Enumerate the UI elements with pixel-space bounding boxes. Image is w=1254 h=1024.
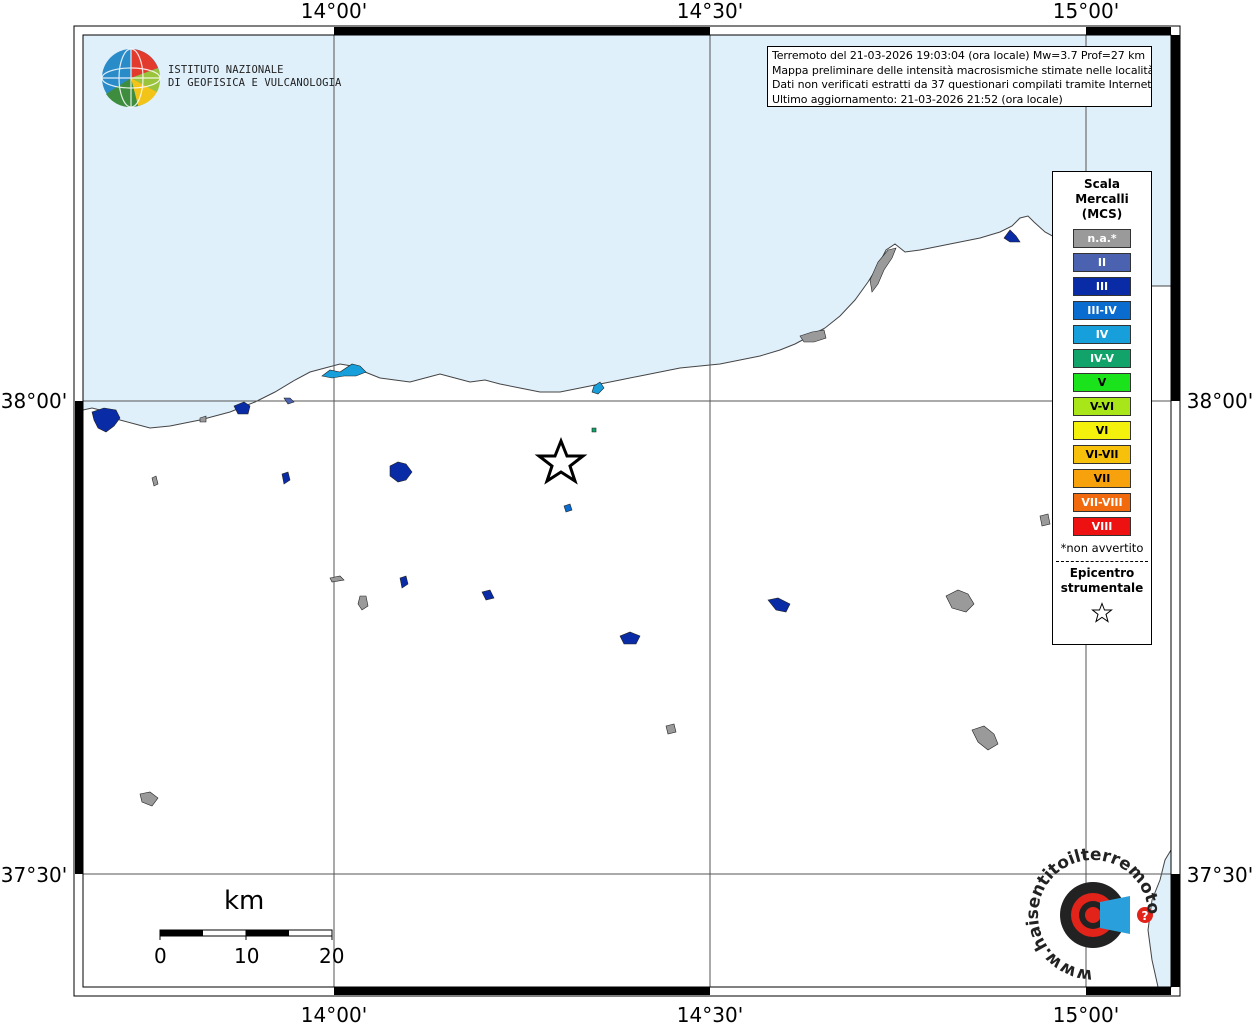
legend-item-viii: VIII xyxy=(1073,517,1131,536)
legend-item-ii: II xyxy=(1073,253,1131,272)
lon-bottom-14-30: 14°30' xyxy=(677,1003,743,1024)
lat-right-38-00: 38°00' xyxy=(1187,389,1253,413)
legend-item-vi-vii: VI-VII xyxy=(1073,445,1131,464)
info-line4: Ultimo aggiornamento: 21-03-2026 21:52 (… xyxy=(772,92,1063,106)
legend-title-line2: Mercalli xyxy=(1075,192,1129,206)
legend-star-icon xyxy=(1053,602,1151,628)
legend-epicenter-line2: strumentale xyxy=(1060,581,1144,595)
legend-epicenter-line1: Epicentro xyxy=(1069,566,1135,580)
lat-right-37-30: 37°30' xyxy=(1187,863,1253,887)
legend-item-iv-v: IV-V xyxy=(1073,349,1131,368)
legend-item-iii: III xyxy=(1073,277,1131,296)
legend-separator xyxy=(1056,561,1148,562)
legend-title-line3: (MCS) xyxy=(1081,207,1123,221)
scale-label-20: 20 xyxy=(319,944,345,968)
info-line1: Terremoto del 21-03-2026 19:03:04 (ora l… xyxy=(772,49,1145,62)
legend-epicenter: Epicentro strumentale xyxy=(1053,566,1151,596)
scale-unit: km xyxy=(224,886,265,916)
scale-label-0: 0 xyxy=(154,944,167,968)
mcs-legend: Scala Mercalli (MCS) n.a.* II III III-IV IV I… xyxy=(1052,171,1152,645)
info-line2: Mappa preliminare delle intensità macros… xyxy=(772,63,1152,77)
locality-na xyxy=(1039,513,1051,527)
legend-title: Scala Mercalli (MCS) xyxy=(1053,177,1151,222)
legend-item-iv: IV xyxy=(1073,325,1131,344)
lon-top-14-00: 14°00' xyxy=(301,0,367,23)
scale-label-10: 10 xyxy=(234,944,260,968)
event-info-box: Terremoto del 21-03-2026 19:03:04 (ora l… xyxy=(767,46,1152,107)
logo-line2: DI GEOFISICA E VULCANOLOGIA xyxy=(168,77,342,89)
lon-bottom-14-00: 14°00' xyxy=(301,1003,367,1024)
locality-na xyxy=(665,723,677,735)
legend-item-n-a: n.a.* xyxy=(1073,229,1131,248)
legend-title-line1: Scala xyxy=(1083,177,1121,191)
legend-item-vii-viii: VII-VIII xyxy=(1073,493,1131,512)
lon-top-14-30: 14°30' xyxy=(677,0,743,23)
ingv-logo-text: ISTITUTO NAZIONALE DI GEOFISICA E VULCAN… xyxy=(168,64,341,90)
lat-left-38-00: 38°00' xyxy=(1,389,67,413)
legend-item-vi: VI xyxy=(1073,421,1131,440)
ingv-globe-icon xyxy=(101,48,161,108)
legend-item-v-vi: V-VI xyxy=(1073,397,1131,416)
legend-items: n.a.* II III III-IV IV IV-V V V-VI VI VI-VII VII VI… xyxy=(1053,229,1151,536)
lon-bottom-15-00: 15°00' xyxy=(1053,1003,1119,1024)
locality-iv-v xyxy=(591,427,597,433)
info-line3: Dati non verificati estratti da 37 quest… xyxy=(772,78,1152,91)
legend-note: *non avvertito xyxy=(1060,541,1144,555)
legend-item-iii-iv: III-IV xyxy=(1073,301,1131,320)
lat-left-37-30: 37°30' xyxy=(1,863,67,887)
logo-line1: ISTITUTO NAZIONALE xyxy=(168,64,284,76)
legend-item-v: V xyxy=(1073,373,1131,392)
legend-item-vii: VII xyxy=(1073,469,1131,488)
lon-top-15-00: 15°00' xyxy=(1053,0,1119,23)
